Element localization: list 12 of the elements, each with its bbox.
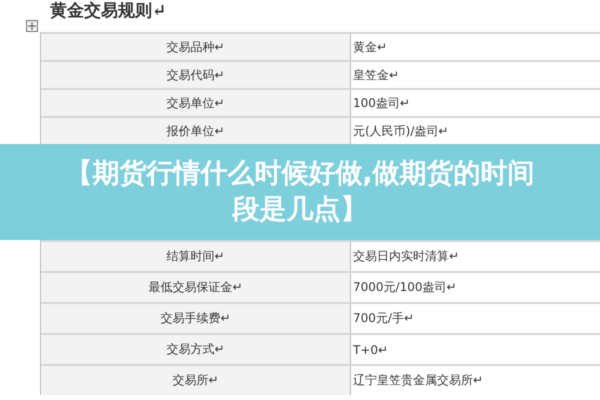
table-cell: 交易单位↵ bbox=[41, 90, 351, 116]
table-cell: 交易品种↵ bbox=[41, 34, 351, 60]
banner-title: 【期货行情什么时候好做,做期货的时间段是几点】 bbox=[64, 157, 536, 227]
table-move-handle-icon[interactable] bbox=[26, 20, 38, 32]
table-cell: 交易代码↵ bbox=[41, 62, 351, 88]
table-cell: 交易所↵ bbox=[41, 366, 351, 395]
table-cell: 报价单位↵ bbox=[41, 118, 351, 144]
document-title: 黄金交易规则↵ bbox=[50, 0, 166, 22]
table-cell: 交易手续费↵ bbox=[41, 304, 351, 333]
table-cell: 最低交易保证金↵ bbox=[41, 273, 351, 302]
table-cell: 交易方式↵ bbox=[41, 335, 351, 364]
table-cell: 结算时间↵ bbox=[41, 242, 351, 271]
